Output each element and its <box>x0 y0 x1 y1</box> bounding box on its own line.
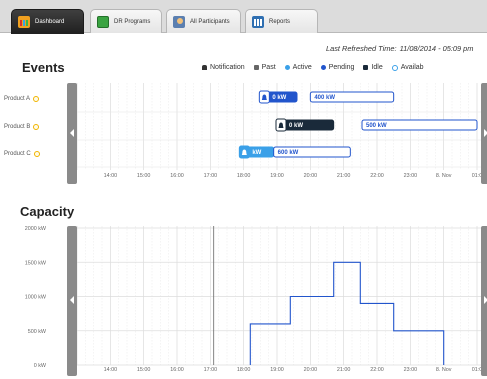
y-tick-label: 500 kW <box>28 329 47 335</box>
capacity-scroll-left-handle[interactable] <box>67 226 77 376</box>
x-tick-label: 19:00 <box>270 367 284 373</box>
x-tick-label: 23:00 <box>404 367 418 373</box>
capacity-series-line <box>249 261 445 365</box>
y-tick-label: 0 kW <box>34 363 47 369</box>
capacity-scroll-right-handle[interactable] <box>481 226 487 376</box>
x-tick-label: 17:00 <box>204 367 218 373</box>
x-tick-label: 15:00 <box>137 367 151 373</box>
y-tick-label: 2000 kW <box>25 226 47 232</box>
x-tick-label: 14:00 <box>104 367 118 373</box>
x-tick-label: 22:00 <box>370 367 384 373</box>
x-tick-label: 21:00 <box>337 367 351 373</box>
x-tick-label: 16:00 <box>170 367 184 373</box>
x-tick-label: 18:00 <box>237 367 251 373</box>
y-tick-label: 1000 kW <box>25 295 47 301</box>
chevron-left-icon <box>70 296 74 304</box>
y-tick-label: 1500 kW <box>25 260 47 266</box>
x-tick-label: 20:00 <box>304 367 318 373</box>
x-tick-label: 8. Nov <box>436 367 452 373</box>
